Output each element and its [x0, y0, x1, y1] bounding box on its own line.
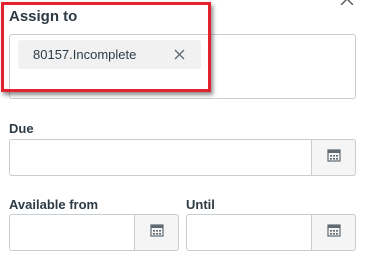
assignee-token-label: 80157.Incomplete	[33, 47, 137, 62]
until-label: Until	[186, 197, 215, 212]
close-icon[interactable]	[337, 0, 357, 5]
available-from-date-input[interactable]	[9, 214, 134, 251]
calendar-icon	[149, 223, 164, 242]
due-calendar-button[interactable]	[311, 139, 356, 176]
until-date-input[interactable]	[186, 214, 311, 251]
available-from-calendar-button[interactable]	[134, 214, 179, 251]
due-date-input[interactable]	[9, 139, 311, 176]
assign-to-label: Assign to	[9, 8, 78, 25]
due-label: Due	[9, 121, 34, 136]
calendar-icon	[326, 223, 341, 242]
close-icon[interactable]	[173, 48, 186, 61]
available-from-label: Available from	[9, 197, 99, 212]
until-calendar-button[interactable]	[311, 214, 356, 251]
assignee-token: 80157.Incomplete	[18, 40, 201, 69]
calendar-icon	[326, 148, 341, 167]
